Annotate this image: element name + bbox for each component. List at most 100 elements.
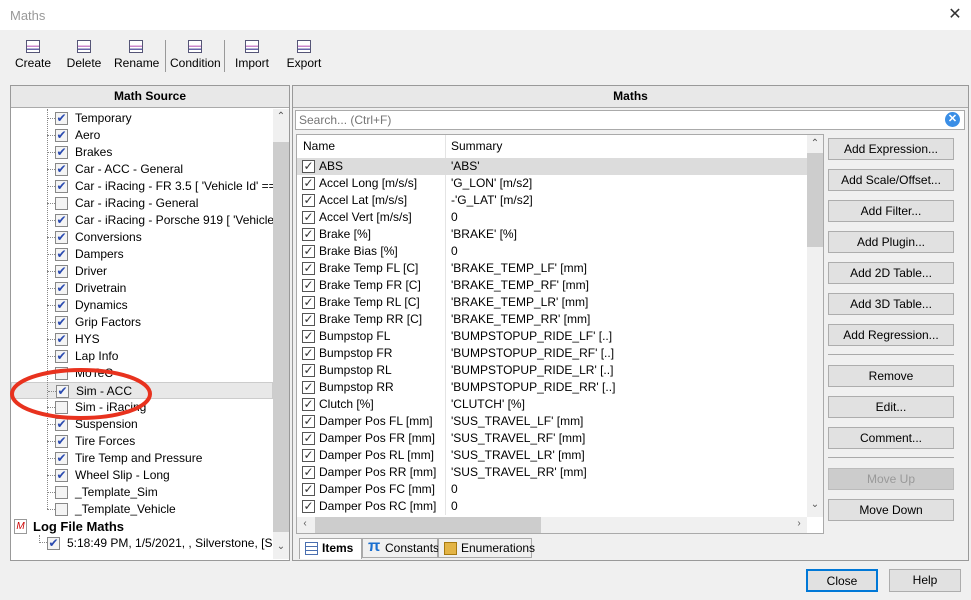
tree-item[interactable]: ✔ HYS <box>11 331 273 348</box>
remove-button[interactable]: Remove <box>828 365 954 387</box>
log-file-maths-group[interactable]: M Log File Maths <box>11 518 273 535</box>
table-row[interactable]: ✓ Brake Temp FL [C] 'BRAKE_TEMP_LF' [mm] <box>297 260 807 277</box>
checkbox[interactable]: ✓ <box>302 347 315 360</box>
help-button[interactable]: Help <box>889 569 961 592</box>
checkbox[interactable] <box>55 367 68 380</box>
checkbox[interactable]: ✓ <box>302 364 315 377</box>
move-up-button[interactable]: Move Up <box>828 468 954 490</box>
checkbox[interactable] <box>55 486 68 499</box>
table-row[interactable]: ✓ Brake [%] 'BRAKE' [%] <box>297 226 807 243</box>
add-scale-offset-button[interactable]: Add Scale/Offset... <box>828 169 954 191</box>
checkbox[interactable] <box>55 503 68 516</box>
log-item[interactable]: ✔ 5:18:49 PM, 1/5/2021, , Silverstone, [S… <box>11 535 273 552</box>
checkbox[interactable]: ✓ <box>302 398 315 411</box>
tree-item[interactable]: ✔ Suspension <box>11 416 273 433</box>
checkbox[interactable]: ✔ <box>55 469 68 482</box>
checkbox[interactable]: ✓ <box>302 466 315 479</box>
list-vertical-scrollbar[interactable]: ⌃ ⌄ <box>807 135 823 517</box>
table-row[interactable]: ✓ Clutch [%] 'CLUTCH' [%] <box>297 396 807 413</box>
add-regression-button[interactable]: Add Regression... <box>828 324 954 346</box>
checkbox[interactable]: ✔ <box>55 214 68 227</box>
move-down-button[interactable]: Move Down <box>828 499 954 521</box>
window-close-button[interactable]: ✕ <box>944 4 966 26</box>
import-button[interactable]: Import <box>232 38 272 76</box>
checkbox[interactable]: ✔ <box>55 333 68 346</box>
tree-item[interactable]: ✔ Wheel Slip - Long <box>11 467 273 484</box>
checkbox[interactable]: ✓ <box>302 483 315 496</box>
checkbox[interactable]: ✔ <box>55 316 68 329</box>
table-row[interactable]: ✓ Damper Pos RL [mm] 'SUS_TRAVEL_LR' [mm] <box>297 447 807 464</box>
checkbox[interactable]: ✔ <box>55 350 68 363</box>
tree-item[interactable]: Sim - iRacing <box>11 399 273 416</box>
tab-enumerations[interactable]: Enumerations <box>438 538 535 558</box>
checkbox[interactable]: ✔ <box>55 435 68 448</box>
checkbox[interactable]: ✔ <box>55 299 68 312</box>
tree-vertical-scrollbar[interactable]: ⌃ ⌄ <box>273 109 289 559</box>
checkbox[interactable]: ✔ <box>55 163 68 176</box>
checkbox[interactable]: ✓ <box>302 432 315 445</box>
scroll-thumb[interactable] <box>315 517 541 533</box>
tree-item[interactable]: ✔ Grip Factors <box>11 314 273 331</box>
table-row[interactable]: ✓ Bumpstop FR 'BUMPSTOPUP_RIDE_RF' [..] <box>297 345 807 362</box>
scroll-thumb[interactable] <box>807 153 823 247</box>
checkbox[interactable]: ✔ <box>55 180 68 193</box>
checkbox[interactable]: ✔ <box>55 112 68 125</box>
add-2d-table-button[interactable]: Add 2D Table... <box>828 262 954 284</box>
checkbox[interactable]: ✓ <box>302 415 315 428</box>
checkbox[interactable]: ✔ <box>55 129 68 142</box>
table-row[interactable]: ✓ Accel Long [m/s/s] 'G_LON' [m/s2] <box>297 175 807 192</box>
scroll-thumb[interactable] <box>273 142 289 532</box>
add-3d-table-button[interactable]: Add 3D Table... <box>828 293 954 315</box>
table-row[interactable]: ✓ Bumpstop RR 'BUMPSTOPUP_RIDE_RR' [..] <box>297 379 807 396</box>
tree-item[interactable]: ✔ Lap Info <box>11 348 273 365</box>
column-header-summary[interactable]: Summary <box>451 135 502 157</box>
checkbox[interactable]: ✔ <box>55 146 68 159</box>
checkbox[interactable]: ✓ <box>302 211 315 224</box>
checkbox[interactable]: ✔ <box>55 452 68 465</box>
add-expression-button[interactable]: Add Expression... <box>828 138 954 160</box>
comment-button[interactable]: Comment... <box>828 427 954 449</box>
checkbox[interactable] <box>55 197 68 210</box>
tree-item[interactable]: ✔ Dampers <box>11 246 273 263</box>
table-row[interactable]: ✓ Accel Lat [m/s/s] -'G_LAT' [m/s2] <box>297 192 807 209</box>
close-button[interactable]: Close <box>806 569 878 592</box>
scroll-up-icon[interactable]: ⌃ <box>807 138 823 149</box>
checkbox[interactable]: ✔ <box>55 418 68 431</box>
table-row[interactable]: ✓ ABS 'ABS' <box>297 158 807 175</box>
table-row[interactable]: ✓ Damper Pos FR [mm] 'SUS_TRAVEL_RF' [mm] <box>297 430 807 447</box>
tree-item[interactable]: _Template_Sim <box>11 484 273 501</box>
rename-button[interactable]: Rename <box>114 38 159 76</box>
tab-constants[interactable]: π Constants <box>362 538 439 558</box>
checkbox[interactable]: ✔ <box>55 248 68 261</box>
column-header-name[interactable]: Name <box>303 135 335 157</box>
export-button[interactable]: Export <box>284 38 324 76</box>
tree-item[interactable]: MoTeC <box>11 365 273 382</box>
search-input[interactable] <box>295 110 965 130</box>
tree-item[interactable]: ✔ Drivetrain <box>11 280 273 297</box>
checkbox[interactable] <box>55 401 68 414</box>
scroll-left-icon[interactable]: ‹ <box>297 518 313 529</box>
checkbox[interactable]: ✓ <box>302 194 315 207</box>
checkbox[interactable]: ✔ <box>56 385 69 398</box>
table-row[interactable]: ✓ Damper Pos FL [mm] 'SUS_TRAVEL_LF' [mm] <box>297 413 807 430</box>
tree-item[interactable]: ✔ Driver <box>11 263 273 280</box>
checkbox[interactable]: ✓ <box>302 160 315 173</box>
tree-item[interactable]: ✔ Temporary <box>11 110 273 127</box>
table-row[interactable]: ✓ Brake Temp RL [C] 'BRAKE_TEMP_LR' [mm] <box>297 294 807 311</box>
checkbox[interactable]: ✔ <box>55 231 68 244</box>
edit-button[interactable]: Edit... <box>828 396 954 418</box>
add-filter-button[interactable]: Add Filter... <box>828 200 954 222</box>
tree-item[interactable]: ✔ Sim - ACC <box>11 382 273 399</box>
checkbox[interactable]: ✔ <box>47 537 60 550</box>
table-row[interactable]: ✓ Accel Vert [m/s/s] 0 <box>297 209 807 226</box>
table-row[interactable]: ✓ Brake Temp FR [C] 'BRAKE_TEMP_RF' [mm] <box>297 277 807 294</box>
tree-item[interactable]: _Template_Vehicle <box>11 501 273 518</box>
checkbox[interactable]: ✔ <box>55 265 68 278</box>
tree-item[interactable]: ✔ Conversions <box>11 229 273 246</box>
tree-item[interactable]: ✔ Tire Forces <box>11 433 273 450</box>
scroll-down-icon[interactable]: ⌄ <box>807 499 823 510</box>
checkbox[interactable]: ✔ <box>55 282 68 295</box>
table-row[interactable]: ✓ Brake Bias [%] 0 <box>297 243 807 260</box>
table-row[interactable]: ✓ Damper Pos RC [mm] 0 <box>297 498 807 515</box>
scroll-down-icon[interactable]: ⌄ <box>273 541 289 552</box>
